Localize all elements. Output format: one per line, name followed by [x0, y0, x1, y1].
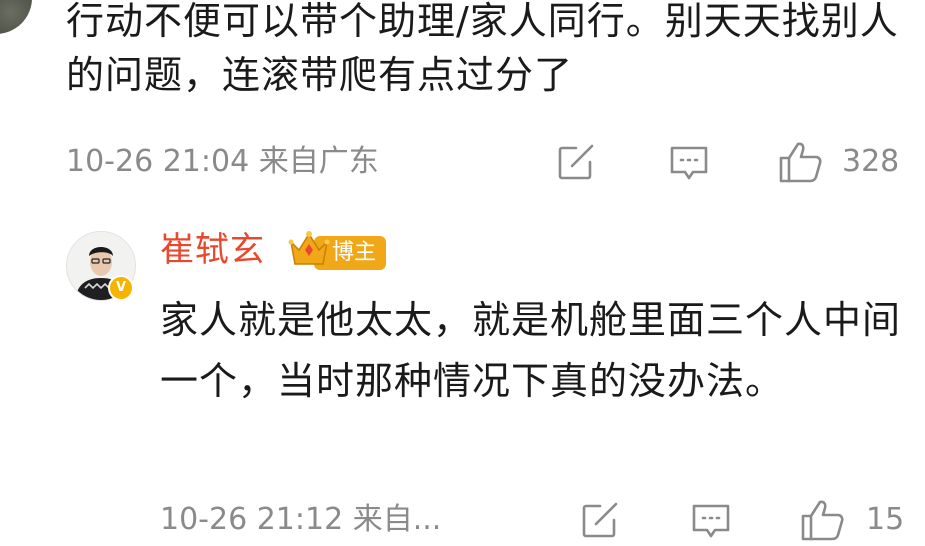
- comment-text: 行动不便可以带个助理/家人同行。别天天找别人的问题，连滚带爬有点过分了: [66, 0, 899, 97]
- share-icon[interactable]: [556, 144, 596, 186]
- commenter-avatar[interactable]: [0, 0, 32, 34]
- like-count: 15: [866, 502, 905, 537]
- comment-icon[interactable]: [690, 502, 732, 544]
- verified-icon: V: [108, 275, 134, 301]
- comment-time-location: 10-26 21:04 来自广东: [66, 144, 379, 179]
- author-name[interactable]: 崔轼玄: [160, 226, 265, 274]
- reply-actions-row: 10-26 21:12 来自... 15: [0, 498, 925, 542]
- like-icon[interactable]: [778, 140, 824, 188]
- reply-text: 家人就是他太太，就是机舱里面三个人中间一个，当时那种情况下真的没办法。: [160, 298, 902, 403]
- like-count: 328: [842, 144, 900, 179]
- share-icon[interactable]: [580, 502, 620, 544]
- reply-time-location: 10-26 21:12 来自...: [160, 502, 442, 537]
- comment-icon[interactable]: [668, 144, 710, 186]
- crown-icon: [287, 228, 331, 272]
- comment-actions-row: 10-26 21:04 来自广东 328: [0, 140, 925, 184]
